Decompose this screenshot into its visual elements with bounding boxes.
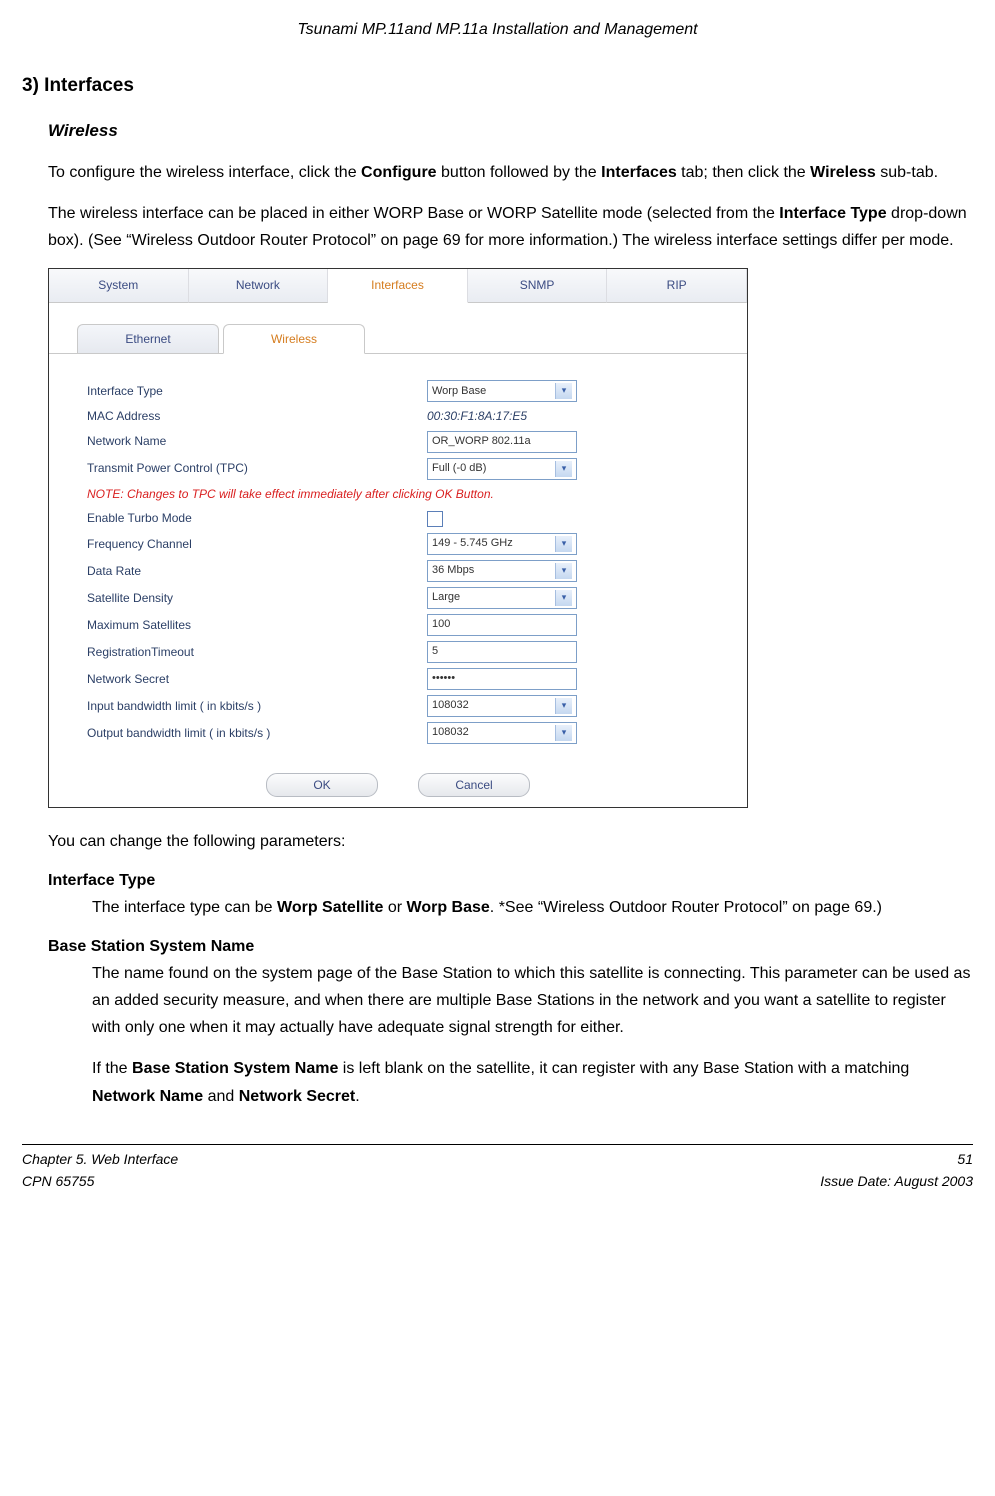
secret-label: Network Secret [87,670,427,689]
interface-type-select[interactable]: Worp Base ▾ [427,380,577,402]
select-value: Large [432,589,460,606]
tab-network[interactable]: Network [189,269,329,303]
outbw-select[interactable]: 108032 ▾ [427,722,577,744]
text: and [203,1088,239,1105]
intro-paragraph-2: The wireless interface can be placed in … [48,200,973,254]
rate-select[interactable]: 36 Mbps ▾ [427,560,577,582]
select-value: 108032 [432,697,469,714]
form-area: Interface Type Worp Base ▾ MAC Address 0… [49,354,747,763]
network-name-input[interactable]: OR_WORP 802.11a [427,431,577,453]
param-bssn-body-2: If the Base Station System Name is left … [92,1055,973,1109]
footer-cpn: CPN 65755 [22,1171,178,1193]
network-name-label: Network Name [87,432,427,451]
running-header: Tsunami MP.11and MP.11a Installation and… [22,18,973,43]
cancel-button[interactable]: Cancel [418,773,530,797]
maxsat-label: Maximum Satellites [87,616,427,635]
select-value: Worp Base [432,383,486,400]
tab-system[interactable]: System [49,269,189,303]
text: button followed by the [437,164,602,181]
inbw-select[interactable]: 108032 ▾ [427,695,577,717]
text-bold: Network Name [92,1088,203,1105]
outbw-label: Output bandwidth limit ( in kbits/s ) [87,724,427,743]
text: The wireless interface can be placed in … [48,205,779,222]
mac-address-label: MAC Address [87,407,427,426]
subtab-wireless[interactable]: Wireless [223,324,365,354]
chevron-down-icon: ▾ [555,563,572,579]
text-bold: Configure [361,164,437,181]
regto-label: RegistrationTimeout [87,643,427,662]
freq-label: Frequency Channel [87,535,427,554]
text-bold: Worp Base [407,899,490,916]
footer-page: 51 [820,1149,973,1171]
text-bold: Network Secret [239,1088,356,1105]
chevron-down-icon: ▾ [555,536,572,552]
sub-tabs: Ethernet Wireless [49,303,747,354]
footer-chapter: Chapter 5. Web Interface [22,1149,178,1171]
footer-issue: Issue Date: August 2003 [820,1171,973,1193]
chevron-down-icon: ▾ [555,590,572,606]
config-panel: System Network Interfaces SNMP RIP Ether… [48,268,748,808]
page-footer: Chapter 5. Web Interface CPN 65755 51 Is… [22,1144,973,1192]
param-bssn-title: Base Station System Name [48,935,973,960]
mac-address-value: 00:30:F1:8A:17:E5 [427,407,527,426]
freq-select[interactable]: 149 - 5.745 GHz ▾ [427,533,577,555]
tpc-label: Transmit Power Control (TPC) [87,459,427,478]
text: . *See “Wireless Outdoor Router Protocol… [490,899,882,916]
tpc-note: NOTE: Changes to TPC will take effect im… [87,485,721,504]
select-value: 108032 [432,724,469,741]
turbo-checkbox[interactable] [427,511,443,527]
subtab-ethernet[interactable]: Ethernet [77,324,219,353]
chevron-down-icon: ▾ [555,698,572,714]
after-panel-text: You can change the following parameters: [48,828,973,855]
section-heading: 3) Interfaces [22,71,973,100]
select-value: Full (-0 dB) [432,460,486,477]
text: The interface type can be [92,899,277,916]
param-interface-type-title: Interface Type [48,869,973,894]
wireless-heading: Wireless [48,118,973,144]
rate-label: Data Rate [87,562,427,581]
tab-rip[interactable]: RIP [607,269,747,303]
main-tabs: System Network Interfaces SNMP RIP [49,269,747,303]
button-bar: OK Cancel [49,763,747,807]
turbo-label: Enable Turbo Mode [87,509,427,528]
tpc-select[interactable]: Full (-0 dB) ▾ [427,458,577,480]
select-value: 149 - 5.745 GHz [432,535,513,552]
text: The name found on the system page of the… [92,965,970,1036]
text: . [355,1088,359,1105]
select-value: 36 Mbps [432,562,474,579]
text-bold: Interfaces [601,164,677,181]
density-label: Satellite Density [87,589,427,608]
text: To configure the wireless interface, cli… [48,164,361,181]
inbw-label: Input bandwidth limit ( in kbits/s ) [87,697,427,716]
tab-snmp[interactable]: SNMP [468,269,608,303]
regto-input[interactable]: 5 [427,641,577,663]
text: If the [92,1060,132,1077]
text-bold: Interface Type [779,205,886,222]
chevron-down-icon: ▾ [555,461,572,477]
text: or [383,899,406,916]
density-select[interactable]: Large ▾ [427,587,577,609]
intro-paragraph-1: To configure the wireless interface, cli… [48,159,973,186]
text-bold: Base Station System Name [132,1060,338,1077]
ok-button[interactable]: OK [266,773,378,797]
footer-right: 51 Issue Date: August 2003 [820,1149,973,1192]
text-bold: Worp Satellite [277,899,383,916]
chevron-down-icon: ▾ [555,383,572,399]
text: tab; then click the [677,164,810,181]
tab-interfaces[interactable]: Interfaces [328,269,468,303]
interface-type-label: Interface Type [87,382,427,401]
chevron-down-icon: ▾ [555,725,572,741]
text-bold: Wireless [810,164,876,181]
text: is left blank on the satellite, it can r… [338,1060,909,1077]
footer-left: Chapter 5. Web Interface CPN 65755 [22,1149,178,1192]
secret-input[interactable]: •••••• [427,668,577,690]
maxsat-input[interactable]: 100 [427,614,577,636]
param-bssn-body: The name found on the system page of the… [92,960,973,1042]
text: sub-tab. [876,164,938,181]
param-interface-type-body: The interface type can be Worp Satellite… [92,894,973,921]
